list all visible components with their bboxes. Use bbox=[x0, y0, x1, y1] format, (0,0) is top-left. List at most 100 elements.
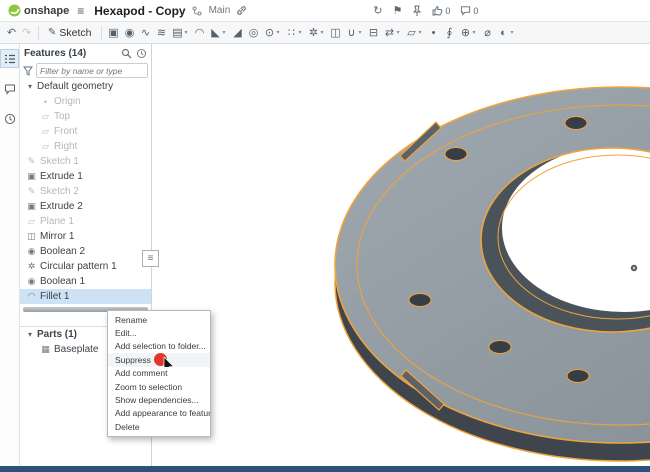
circular-pattern-button[interactable]: ✲ ▾ bbox=[307, 23, 327, 43]
thicken-button[interactable]: ▤ ▾ bbox=[171, 23, 191, 43]
flag-icon: ⚑ bbox=[392, 5, 403, 17]
feature-item-mirror-1[interactable]: ◫ Mirror 1 bbox=[20, 229, 151, 244]
linear-pattern-button[interactable]: ∷ ▾ bbox=[285, 23, 305, 43]
appearance-button[interactable]: ◐ ▾ bbox=[497, 23, 517, 43]
workspace-label[interactable]: Main bbox=[209, 5, 231, 16]
sweep-button[interactable]: ∿ bbox=[139, 23, 153, 43]
feature-item-label: Fillet 1 bbox=[40, 291, 70, 302]
follow-button[interactable]: ⚑ bbox=[393, 4, 403, 17]
undo-button[interactable]: ↶ bbox=[5, 26, 18, 39]
feature-filter-input[interactable] bbox=[36, 63, 148, 78]
plane-button[interactable]: ▱ ▾ bbox=[405, 23, 425, 43]
bolt-hole[interactable] bbox=[488, 340, 512, 354]
bolt-hole[interactable] bbox=[444, 147, 468, 161]
link-icon[interactable] bbox=[236, 5, 247, 16]
chamfer-dropdown-icon[interactable]: ▾ bbox=[223, 29, 229, 36]
document-menu-icon[interactable]: ≡ bbox=[77, 4, 84, 18]
transform-button[interactable]: ⇄ ▾ bbox=[383, 23, 403, 43]
menu-item-rename[interactable]: Rename bbox=[108, 313, 210, 326]
3d-viewport[interactable] bbox=[152, 44, 650, 466]
document-title[interactable]: Hexapod - Copy bbox=[94, 4, 185, 18]
chevron-down-icon[interactable]: ▾ bbox=[26, 82, 34, 91]
transform-dropdown-icon[interactable]: ▾ bbox=[397, 29, 403, 36]
mate-connector-dropdown-icon[interactable]: ▾ bbox=[473, 29, 479, 36]
bolt-hole[interactable] bbox=[564, 116, 588, 130]
redo-button[interactable]: ↷ bbox=[20, 26, 33, 39]
search-icon[interactable] bbox=[121, 48, 132, 59]
sketch-button[interactable]: ✎ Sketch bbox=[44, 26, 96, 40]
menu-item-add-comment[interactable]: Add comment bbox=[108, 367, 210, 380]
tree-item-default-geometry[interactable]: ▾ Default geometry bbox=[20, 79, 151, 94]
fillet-button[interactable]: ◠ bbox=[193, 23, 207, 43]
baseplate-part[interactable] bbox=[152, 44, 650, 466]
plane-dropdown-icon[interactable]: ▾ bbox=[419, 29, 425, 36]
feature-toolbar-icons: ▣ ◉ ∿ ≋ ▤ ▾ ◠ ◣ ▾ ◢ ◎ ⊙ ▾ ∷ ▾ ✲ ▾ ◫ ∪ ▾ ⊟ ⇄ ▾ ▱ ▾ • ∮ ⊕ ▾ ⌀ ◐ ▾ bbox=[107, 23, 517, 43]
feature-item-boolean-2[interactable]: ◉ Boolean 2 bbox=[20, 244, 151, 259]
split-button[interactable]: ⊟ bbox=[367, 23, 381, 43]
mate-connector-icon: ⊕ bbox=[460, 26, 471, 39]
comment-bubble-icon bbox=[461, 6, 471, 16]
features-panel-toggle-button[interactable] bbox=[0, 49, 19, 68]
list-lines-icon: ≡ bbox=[147, 253, 154, 264]
history-panel-button[interactable] bbox=[1, 110, 18, 127]
loft-button[interactable]: ≋ bbox=[155, 23, 169, 43]
bolt-hole[interactable] bbox=[566, 369, 590, 383]
tree-item-top-plane[interactable]: ▱ Top bbox=[20, 109, 151, 124]
helix-button[interactable]: ∮ bbox=[443, 23, 457, 43]
bolt-hole[interactable] bbox=[408, 293, 432, 307]
feature-toolbar: ↶ ↷ ✎ Sketch ▣ ◉ ∿ ≋ ▤ ▾ ◠ ◣ ▾ ◢ ◎ ⊙ ▾ ∷ ▾ ✲ ▾ ◫ ∪ ▾ ⊟ ⇄ ▾ ▱ ▾ • ∮… bbox=[0, 22, 650, 44]
tree-item-front-plane[interactable]: ▱ Front bbox=[20, 124, 151, 139]
feature-item-extrude-1[interactable]: ▣ Extrude 1 bbox=[20, 169, 151, 184]
menu-item-suppress[interactable]: Suppress bbox=[108, 353, 210, 367]
like-button[interactable]: 0 bbox=[432, 5, 450, 16]
extrude-button[interactable]: ▣ bbox=[107, 23, 121, 43]
tree-item-right-plane[interactable]: ▱ Right bbox=[20, 139, 151, 154]
boolean-button[interactable]: ∪ ▾ bbox=[345, 23, 365, 43]
hole-button[interactable]: ⊙ ▾ bbox=[263, 23, 283, 43]
feature-item-sketch-1[interactable]: ✎ Sketch 1 bbox=[20, 154, 151, 169]
feature-item-boolean-1[interactable]: ◉ Boolean 1 bbox=[20, 274, 151, 289]
features-panel-header: Features (14) bbox=[20, 44, 151, 62]
feature-item-sketch-2[interactable]: ✎ Sketch 2 bbox=[20, 184, 151, 199]
feature-item-plane-1[interactable]: ▱ Plane 1 bbox=[20, 214, 151, 229]
mirror-icon: ◫ bbox=[330, 26, 341, 39]
feature-item-label: Boolean 1 bbox=[40, 276, 86, 287]
feature-item-circular-pattern-1[interactable]: ✲ Circular pattern 1 bbox=[20, 259, 151, 274]
chevron-down-icon[interactable]: ▾ bbox=[26, 330, 34, 339]
shell-button[interactable]: ◎ bbox=[247, 23, 261, 43]
onshape-logo[interactable]: onshape bbox=[8, 4, 69, 17]
linear-pattern-dropdown-icon[interactable]: ▾ bbox=[299, 29, 305, 36]
hole-dropdown-icon[interactable]: ▾ bbox=[277, 29, 283, 36]
comments-panel-button[interactable] bbox=[1, 80, 18, 97]
feature-item-extrude-2[interactable]: ▣ Extrude 2 bbox=[20, 199, 151, 214]
feature-item-fillet-1[interactable]: ◠ Fillet 1 bbox=[20, 289, 151, 304]
menu-item-zoom-to-selection[interactable]: Zoom to selection bbox=[108, 380, 210, 393]
chamfer-button[interactable]: ◣ ▾ bbox=[209, 23, 229, 43]
menu-item-add-appearance-to-feature[interactable]: Add appearance to feature... bbox=[108, 407, 210, 420]
appearance-dropdown-icon[interactable]: ▾ bbox=[511, 29, 517, 36]
mate-connector-marker[interactable] bbox=[630, 264, 638, 272]
feature-context-menu: Rename Edit... Add selection to folder..… bbox=[107, 310, 211, 437]
tree-item-origin[interactable]: • Origin bbox=[20, 94, 151, 109]
menu-item-add-selection-to-folder[interactable]: Add selection to folder... bbox=[108, 340, 210, 353]
menu-item-delete[interactable]: Delete bbox=[108, 420, 210, 433]
thicken-dropdown-icon[interactable]: ▾ bbox=[185, 29, 191, 36]
point-button[interactable]: • bbox=[427, 23, 441, 43]
extrude-icon: ▣ bbox=[27, 201, 36, 211]
measure-button[interactable]: ⌀ bbox=[481, 23, 495, 43]
mirror-button[interactable]: ◫ bbox=[329, 23, 343, 43]
comments-button[interactable]: 0 bbox=[460, 5, 478, 16]
menu-item-show-dependencies[interactable]: Show dependencies... bbox=[108, 393, 210, 406]
draft-button[interactable]: ◢ bbox=[231, 23, 245, 43]
mate-connector-button[interactable]: ⊕ ▾ bbox=[459, 23, 479, 43]
revolve-button[interactable]: ◉ bbox=[123, 23, 137, 43]
boolean-dropdown-icon[interactable]: ▾ bbox=[359, 29, 365, 36]
history-clock-icon[interactable] bbox=[136, 48, 147, 59]
pin-button[interactable] bbox=[412, 5, 422, 17]
sync-button[interactable]: ↻ bbox=[373, 4, 382, 17]
filter-funnel-icon[interactable] bbox=[23, 66, 33, 76]
feature-list-options-button[interactable]: ≡ bbox=[142, 250, 159, 267]
menu-item-edit[interactable]: Edit... bbox=[108, 326, 210, 339]
revolve-icon: ◉ bbox=[124, 26, 135, 39]
circular-pattern-dropdown-icon[interactable]: ▾ bbox=[321, 29, 327, 36]
